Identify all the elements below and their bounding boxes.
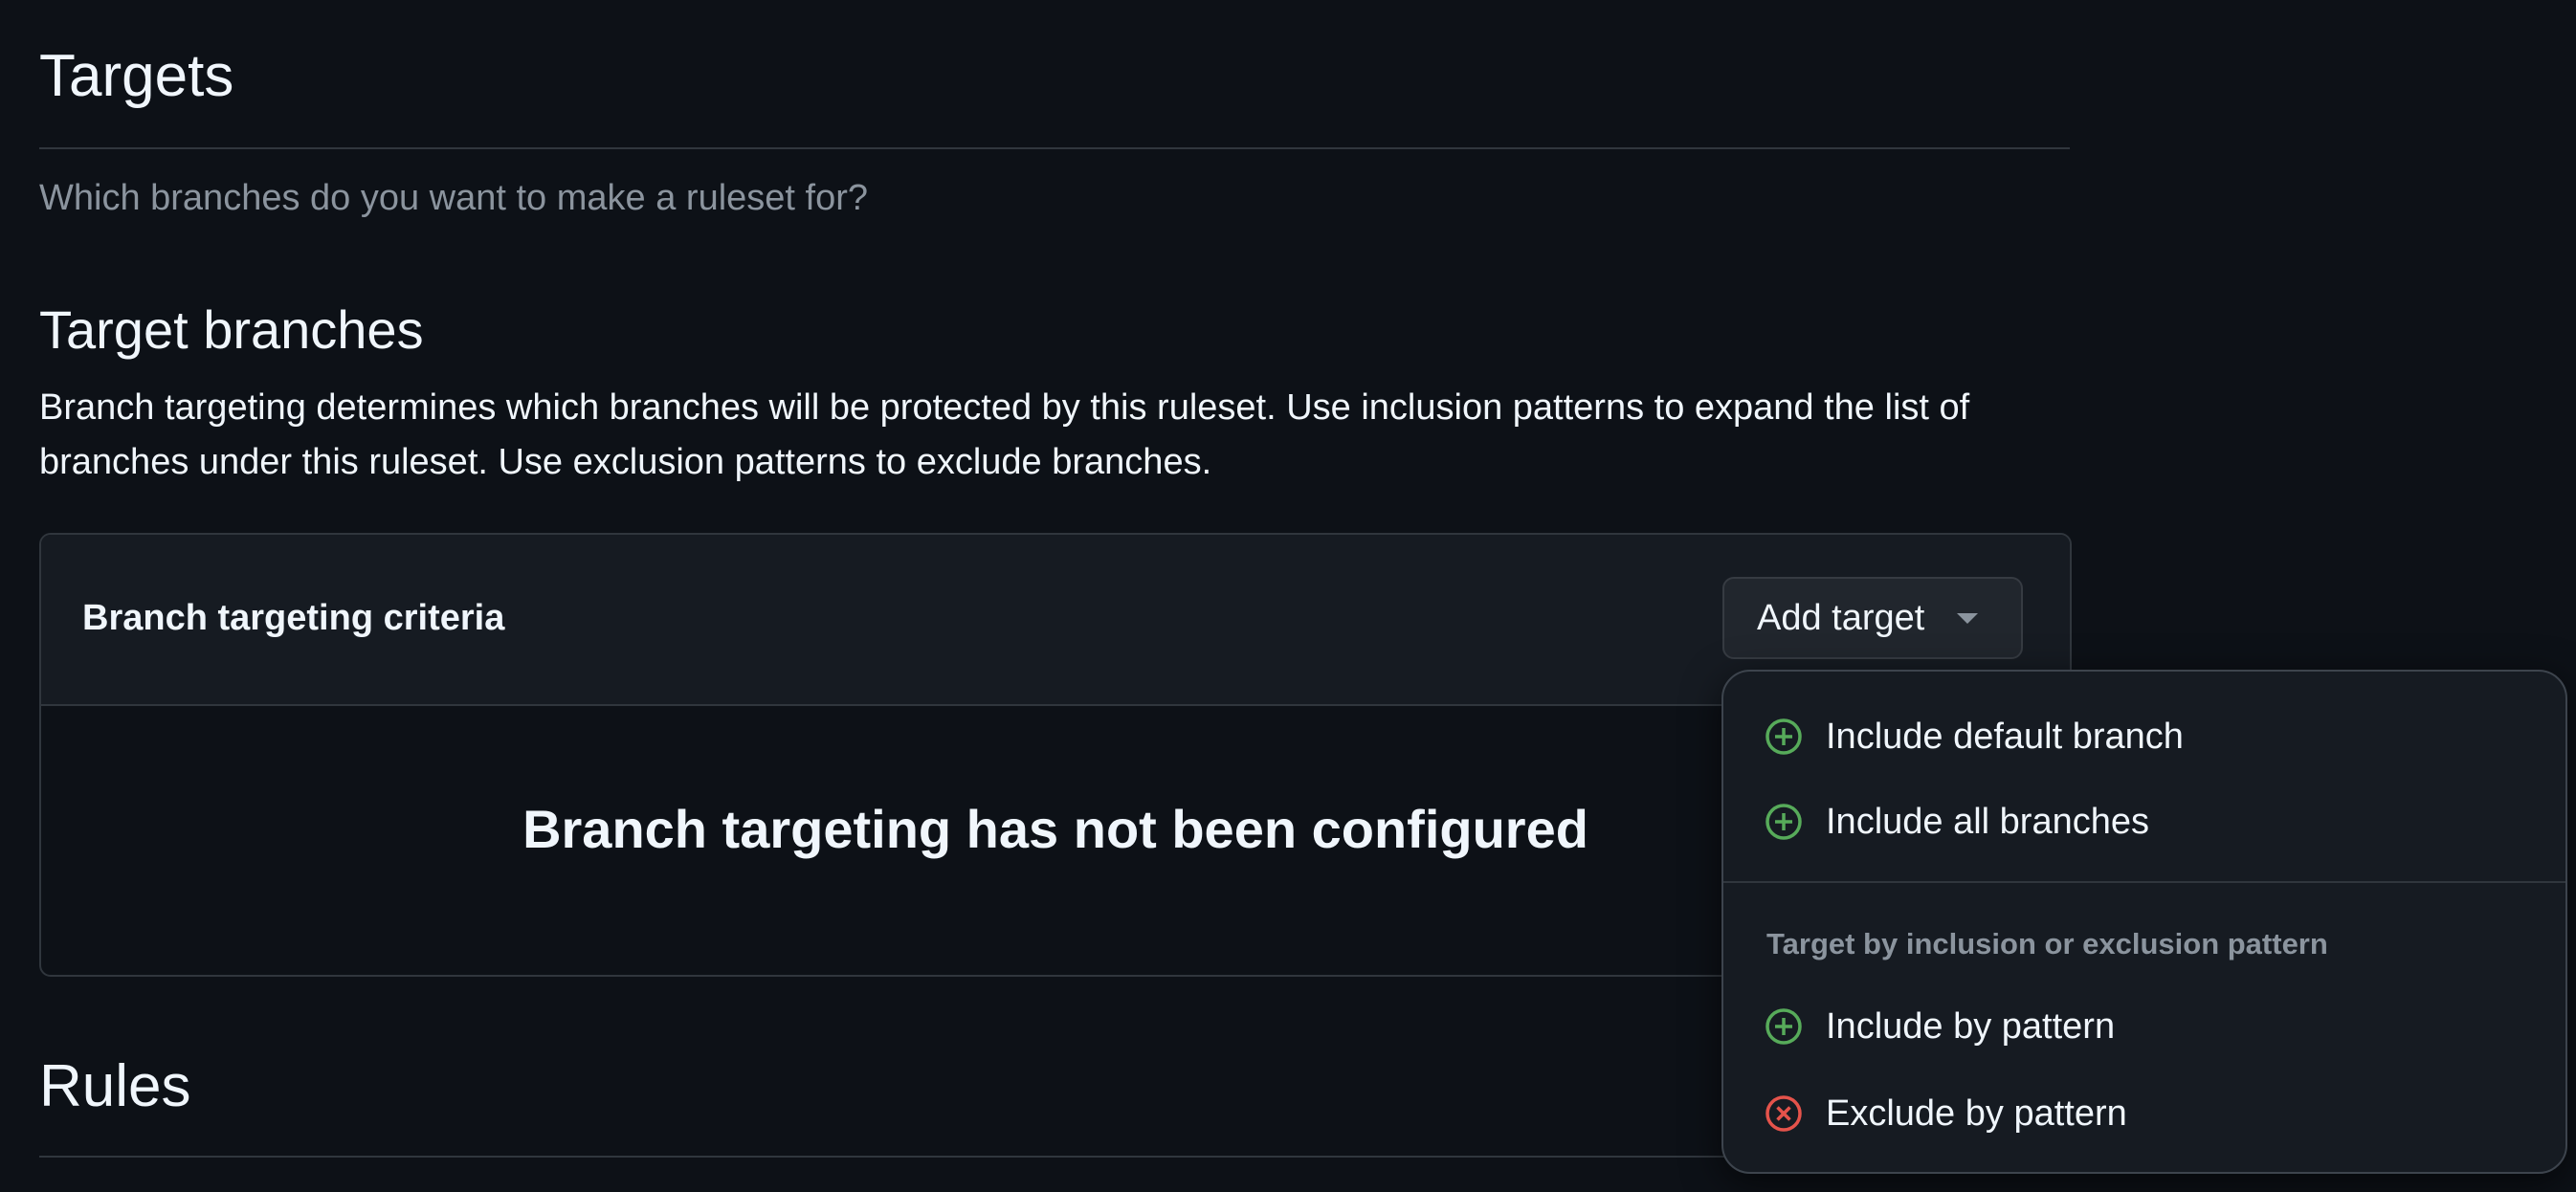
divider (39, 147, 2070, 149)
caret-down-icon (1957, 612, 1979, 624)
menu-item-label: Include by pattern (1826, 1005, 2116, 1047)
menu-item-exclude-by-pattern[interactable]: Exclude by pattern (1723, 1075, 2565, 1152)
targets-subtitle: Which branches do you want to make a rul… (39, 178, 869, 218)
menu-divider (1723, 881, 2565, 883)
plus-circle-icon (1765, 718, 1802, 755)
menu-item-include-default-branch[interactable]: Include default branch (1723, 698, 2565, 775)
target-branches-description: Branch targeting determines which branch… (39, 387, 1970, 482)
menu-item-label: Exclude by pattern (1826, 1093, 2127, 1134)
menu-item-label: Include all branches (1826, 801, 2149, 842)
add-target-label: Add target (1757, 597, 1925, 638)
add-target-button[interactable]: Add target (1722, 577, 2023, 659)
menu-group-label: Target by inclusion or exclusion pattern (1766, 927, 2328, 960)
add-target-menu: Include default branch Include all branc… (1721, 670, 2567, 1174)
targets-heading: Targets (39, 43, 234, 109)
target-branches-heading: Target branches (39, 299, 424, 360)
menu-item-label: Include default branch (1826, 716, 2184, 757)
x-circle-icon (1765, 1095, 1802, 1132)
criteria-label: Branch targeting criteria (82, 598, 505, 638)
menu-item-include-by-pattern[interactable]: Include by pattern (1723, 988, 2565, 1065)
menu-item-include-all-branches[interactable]: Include all branches (1723, 784, 2565, 860)
rules-heading: Rules (39, 1053, 191, 1119)
plus-circle-icon (1765, 1008, 1802, 1045)
plus-circle-icon (1765, 804, 1802, 840)
